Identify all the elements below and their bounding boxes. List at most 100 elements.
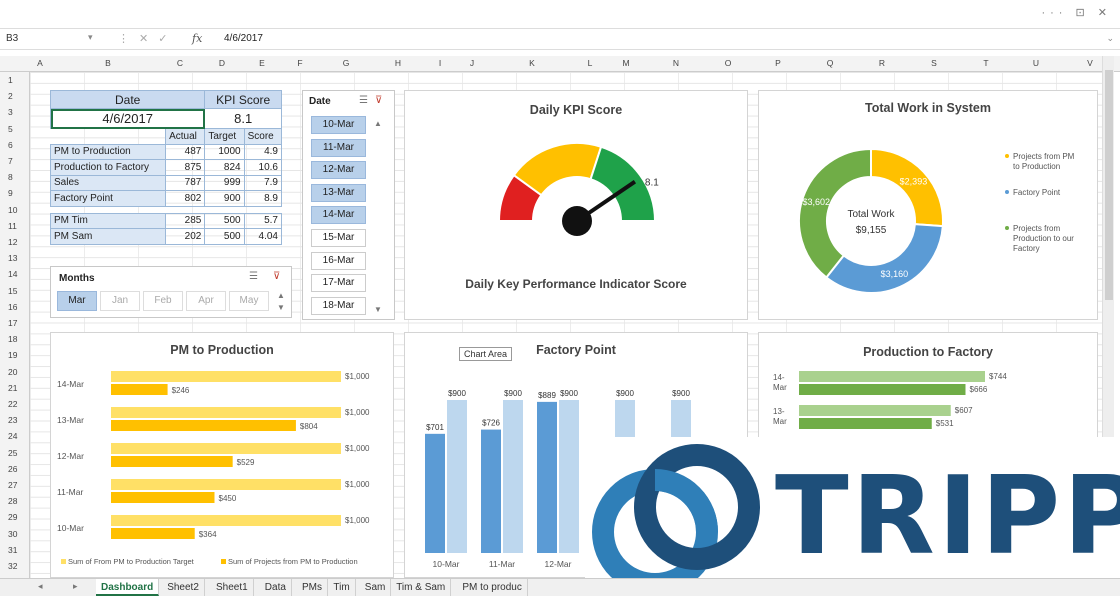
row-header[interactable]: 11 (8, 221, 17, 231)
insert-function-icon[interactable]: fx (192, 32, 202, 45)
kpi-cell-actual[interactable]: 875 (165, 159, 206, 176)
kpi-cell-label[interactable]: Factory Point (49, 190, 167, 207)
column-header-d[interactable]: D (215, 58, 229, 68)
date-slicer-item[interactable]: 16-Mar (311, 251, 366, 270)
kpi-cell-target[interactable]: 824 (204, 159, 245, 176)
kpi-cell-label[interactable]: PM to Production (49, 143, 167, 160)
column-header-m[interactable]: M (619, 58, 633, 68)
sheet-tab[interactable]: Sam (360, 579, 392, 596)
name-box[interactable]: B3 (6, 33, 96, 44)
row-header[interactable]: 13 (8, 253, 17, 263)
column-header-h[interactable]: H (391, 58, 405, 68)
sheet-tab[interactable]: PM to produc (457, 579, 528, 596)
kpi-cell-actual[interactable]: 202 (165, 228, 206, 245)
row-header[interactable]: 6 (8, 140, 13, 150)
kpi-cell-actual[interactable]: 802 (165, 190, 206, 207)
sheet-tab[interactable]: Tim (328, 579, 356, 596)
row-header[interactable]: 3 (8, 107, 13, 117)
column-header-u[interactable]: U (1029, 58, 1043, 68)
formula-input[interactable]: 4/6/2017 (224, 33, 263, 44)
date-slicer-item[interactable]: 11-Mar (311, 138, 366, 157)
formula-action-icons[interactable]: ⋮✕✓ (118, 32, 177, 45)
row-header[interactable]: 24 (8, 431, 17, 441)
kpi-cell-target[interactable]: 999 (204, 174, 245, 191)
row-header[interactable]: 19 (8, 350, 17, 360)
column-header-k[interactable]: K (525, 58, 539, 68)
kpi-cell-score[interactable]: 4.9 (243, 143, 283, 160)
kpi-cell-label[interactable]: Production to Factory (49, 159, 167, 176)
column-header-n[interactable]: N (669, 58, 683, 68)
row-header[interactable]: 26 (8, 464, 17, 474)
kpi-value-cell[interactable]: 8.1 (204, 108, 282, 129)
row-header[interactable]: 1 (8, 75, 13, 85)
row-header[interactable]: 18 (8, 334, 17, 344)
clear-filter-icon[interactable]: ⊽ (273, 271, 280, 282)
row-header[interactable]: 20 (8, 367, 17, 377)
column-header-c[interactable]: C (173, 58, 187, 68)
scroll-down-icon[interactable]: ▼ (374, 305, 382, 314)
column-header-l[interactable]: L (583, 58, 597, 68)
column-header-j[interactable]: J (465, 58, 479, 68)
kpi-cell-actual[interactable]: 487 (165, 143, 206, 160)
kpi-cell-label[interactable]: PM Tim (49, 212, 167, 229)
row-header[interactable]: 31 (8, 545, 17, 555)
sheet-tab[interactable]: Sheet2 (162, 579, 205, 596)
kpi-cell-actual[interactable]: 285 (165, 212, 206, 229)
scrollbar-thumb[interactable] (1105, 70, 1113, 300)
row-header[interactable]: 10 (8, 205, 17, 215)
date-slicer-item[interactable]: 17-Mar (311, 274, 366, 293)
row-header[interactable]: 7 (8, 156, 13, 166)
row-header[interactable]: 12 (8, 237, 17, 247)
kpi-cell-target[interactable]: 500 (204, 228, 245, 245)
month-slicer-item[interactable]: Mar (57, 291, 97, 311)
kpi-cell-score[interactable]: 5.7 (243, 212, 283, 229)
row-header[interactable]: 27 (8, 480, 17, 490)
column-header-g[interactable]: G (339, 58, 353, 68)
month-slicer-item[interactable]: Apr (186, 291, 226, 311)
pm-production-panel[interactable]: PM to Production 14-Mar $1,000 $246 13-Mar $… (50, 332, 394, 578)
column-header-f[interactable]: F (293, 58, 307, 68)
column-header-v[interactable]: V (1083, 58, 1097, 68)
row-header[interactable]: 29 (8, 512, 17, 522)
column-header-i[interactable]: I (433, 58, 447, 68)
clear-filter-icon[interactable]: ⊽ (375, 95, 382, 106)
kpi-cell-target[interactable]: 500 (204, 212, 245, 229)
sheet-tab[interactable]: Tim & Sam (391, 579, 452, 596)
row-header[interactable]: 28 (8, 496, 17, 506)
kpi-cell-label[interactable]: PM Sam (49, 228, 167, 245)
row-header[interactable]: 5 (8, 124, 13, 134)
kpi-cell-score[interactable]: 4.04 (243, 228, 283, 245)
column-header-p[interactable]: P (771, 58, 785, 68)
date-slicer-item[interactable]: 13-Mar (311, 183, 366, 202)
row-header[interactable]: 17 (8, 318, 17, 328)
sheet-tab[interactable]: Sheet1 (211, 579, 254, 596)
kpi-cell-actual[interactable]: 787 (165, 174, 206, 191)
chevron-down-icon[interactable]: ▾ (88, 32, 93, 43)
date-slicer-item[interactable]: 18-Mar (311, 296, 366, 315)
row-header[interactable]: 21 (8, 383, 17, 393)
column-header-o[interactable]: O (721, 58, 735, 68)
sheet-tab[interactable]: Data (260, 579, 292, 596)
kpi-cell-score[interactable]: 10.6 (243, 159, 283, 176)
kpi-cell-label[interactable]: Sales (49, 174, 167, 191)
kpi-cell-target[interactable]: 1000 (204, 143, 245, 160)
sheet-tab[interactable]: PMs (297, 579, 328, 596)
date-slicer-item[interactable]: 14-Mar (311, 206, 366, 225)
scroll-up-icon[interactable]: ▲ (277, 291, 285, 300)
row-header[interactable]: 30 (8, 529, 17, 539)
kpi-cell-score[interactable]: 8.9 (243, 190, 283, 207)
row-header[interactable]: 8 (8, 172, 13, 182)
column-header-t[interactable]: T (979, 58, 993, 68)
window-controls[interactable]: ··· ⊡ ✕ (1041, 6, 1112, 19)
row-header[interactable]: 23 (8, 415, 17, 425)
expand-formula-icon[interactable]: ⌄ (1106, 33, 1114, 44)
month-slicer-item[interactable]: May (229, 291, 269, 311)
sheet-tab[interactable]: Dashboard (96, 579, 160, 596)
scroll-down-icon[interactable]: ▼ (277, 303, 285, 312)
row-header[interactable]: 25 (8, 448, 17, 458)
tab-scroll-arrows[interactable]: ◂ ▸ (38, 581, 92, 592)
month-slicer-item[interactable]: Jan (100, 291, 140, 311)
row-header[interactable]: 32 (8, 561, 17, 571)
column-header-a[interactable]: A (33, 58, 47, 68)
multi-select-icon[interactable]: ☰ (359, 95, 368, 106)
